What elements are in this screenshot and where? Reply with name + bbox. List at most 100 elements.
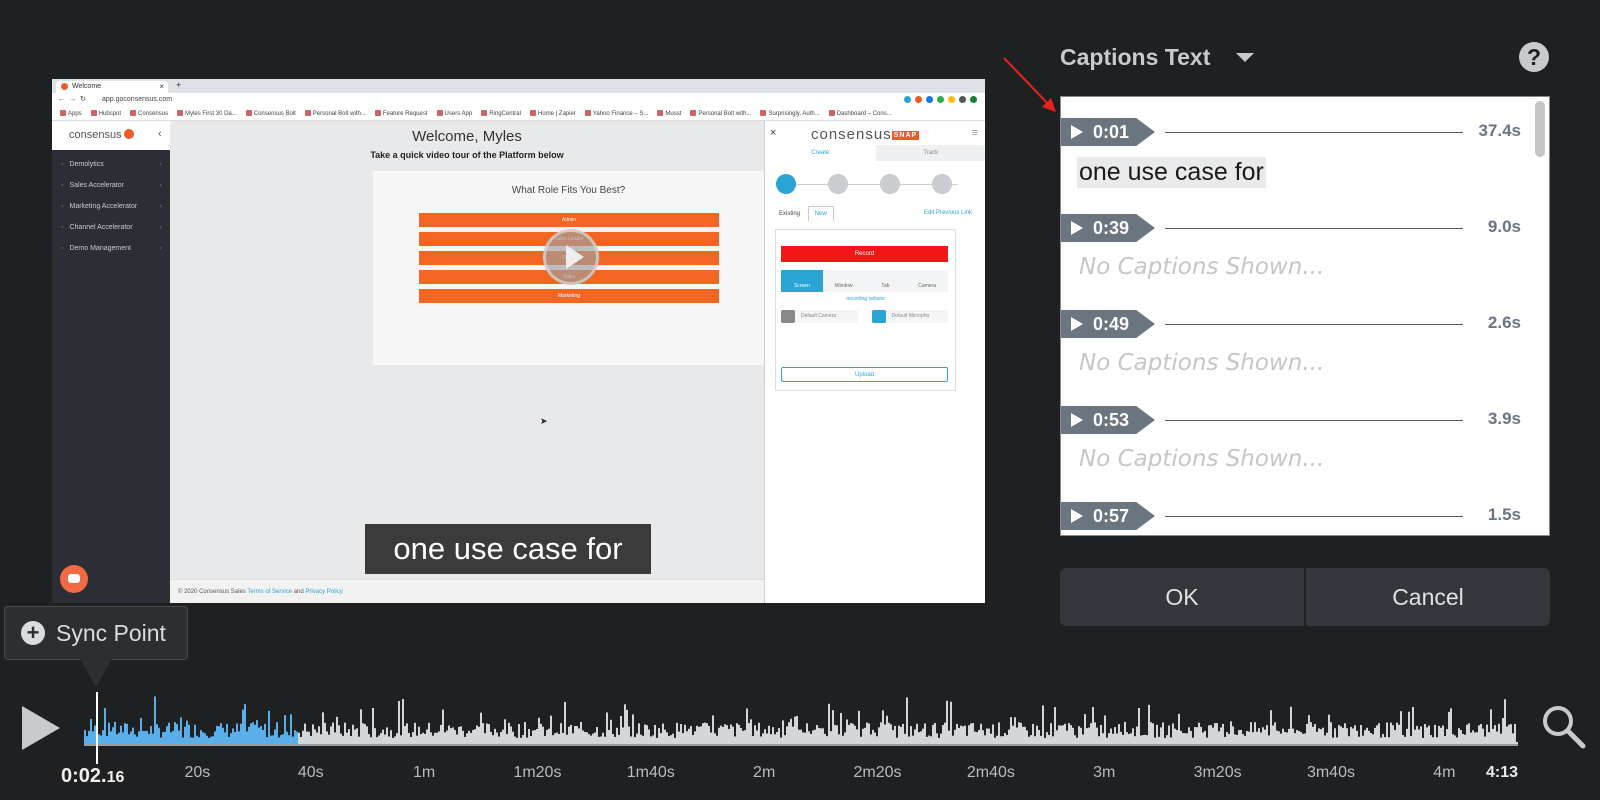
- waveform-bar: [1218, 731, 1220, 746]
- play-button[interactable]: [22, 706, 60, 750]
- mode-window: Window: [834, 283, 853, 289]
- caption-time-tag[interactable]: 0:53: [1061, 406, 1155, 434]
- waveform-bar: [1252, 732, 1254, 746]
- waveform-bar: [1258, 728, 1260, 746]
- waveform-bar: [1290, 706, 1292, 746]
- audio-waveform[interactable]: [84, 694, 1518, 758]
- caption-duration-line: [1165, 132, 1463, 133]
- waveform-bar: [490, 731, 492, 746]
- captions-mode-dropdown[interactable]: Captions Text: [1060, 44, 1210, 71]
- waveform-bar: [856, 729, 858, 746]
- waveform-bar: [218, 726, 220, 746]
- caption-time-tag[interactable]: 0:39: [1061, 214, 1155, 242]
- waveform-bar: [1014, 717, 1016, 746]
- caption-text-field[interactable]: one use case for: [1077, 157, 1266, 188]
- waveform-bar: [1364, 730, 1366, 746]
- waveform-bar: [678, 731, 680, 746]
- waveform-bar: [518, 724, 520, 746]
- chat-icon: [60, 565, 88, 593]
- caption-entry[interactable]: 0:49 2.6s No Captions Shown...: [1061, 289, 1549, 385]
- caption-text-field[interactable]: No Captions Shown...: [1077, 349, 1326, 377]
- waveform-bar: [1204, 730, 1206, 746]
- video-step-icon: [776, 174, 796, 194]
- chevron-down-icon[interactable]: [1236, 53, 1254, 62]
- waveform-bar: [698, 726, 700, 746]
- waveform-baseline: [84, 744, 1518, 746]
- waveform-bar: [866, 722, 868, 746]
- waveform-bar: [1474, 732, 1476, 746]
- waveform-bar: [1022, 726, 1024, 746]
- waveform-bar: [1424, 723, 1426, 746]
- caption-text-field[interactable]: No Captions Shown...: [1077, 445, 1326, 473]
- waveform-bar: [1306, 723, 1308, 746]
- sub-tab-existing: Existing: [779, 211, 801, 217]
- waveform-bar: [418, 726, 420, 746]
- sync-point-button[interactable]: + Sync Point: [4, 606, 188, 660]
- caption-time: 0:39: [1093, 218, 1130, 238]
- waveform-bar: [528, 728, 530, 746]
- bookmark-item: RingCentral: [481, 110, 521, 117]
- waveform-bar: [706, 723, 708, 746]
- microphone-select: Default Micropho: [871, 310, 948, 323]
- caption-time-tag[interactable]: 0:01: [1061, 118, 1155, 146]
- waveform-bar: [718, 727, 720, 746]
- cancel-button[interactable]: Cancel: [1306, 568, 1550, 626]
- waveform-bar: [820, 728, 822, 746]
- caption-entry[interactable]: 0:01 37.4s one use case for: [1061, 97, 1549, 193]
- waveform-bar: [738, 724, 740, 746]
- app-footer: © 2020 Consensus Sales Terms of Service …: [170, 579, 764, 603]
- waveform-bar: [978, 729, 980, 746]
- caption-entry[interactable]: 0:53 3.9s No Captions Shown...: [1061, 385, 1549, 481]
- waveform-bar: [1008, 729, 1010, 746]
- waveform-bar: [304, 723, 306, 746]
- waveform-bar: [758, 722, 760, 746]
- playhead[interactable]: [96, 692, 98, 764]
- waveform-bar: [110, 731, 112, 746]
- waveform-bar: [1020, 722, 1022, 746]
- role-panel: What Role Fits You Best? AdminSales Lead…: [373, 171, 764, 365]
- waveform-bar: [284, 715, 286, 746]
- waveform-bar: [726, 725, 728, 746]
- waveform-bar: [1282, 728, 1284, 746]
- waveform-bar: [1414, 729, 1416, 746]
- ok-button[interactable]: OK: [1060, 568, 1304, 626]
- waveform-bar: [1160, 727, 1162, 746]
- caption-time-tag[interactable]: 0:49: [1061, 310, 1155, 338]
- help-button[interactable]: ?: [1519, 42, 1549, 72]
- waveform-bar: [654, 724, 656, 746]
- snap-steps: [776, 174, 958, 196]
- waveform-bar: [486, 723, 488, 746]
- captions-scrollbar[interactable]: [1535, 101, 1545, 157]
- waveform-bar: [156, 724, 158, 746]
- time-tick-label: 1m20s: [513, 764, 562, 781]
- waveform-bar: [1092, 707, 1094, 746]
- waveform-bar: [1360, 725, 1362, 746]
- caption-text-field[interactable]: No Captions Shown...: [1077, 253, 1326, 281]
- bookmark-item: Personal Bolt with...: [305, 110, 366, 117]
- caption-entry[interactable]: 0:39 9.0s No Captions Shown...: [1061, 193, 1549, 289]
- caption-time-tag[interactable]: 0:57: [1061, 502, 1155, 530]
- caption-time: 0:53: [1093, 410, 1130, 430]
- waveform-bar: [910, 726, 912, 746]
- waveform-bar: [956, 723, 958, 746]
- video-preview[interactable]: Welcome × + ←→↻ app.goconsensus.com Apps…: [52, 79, 985, 603]
- waveform-bar: [458, 726, 460, 746]
- waveform-bar: [1094, 722, 1096, 746]
- time-tick-label: 3m40s: [1306, 764, 1355, 781]
- waveform-bar: [496, 732, 498, 746]
- waveform-bar: [200, 730, 202, 746]
- waveform-bar: [338, 725, 340, 746]
- waveform-bar: [1114, 727, 1116, 746]
- waveform-bar: [354, 729, 356, 746]
- waveform-bar: [256, 720, 258, 746]
- caption-entry[interactable]: 0:57 1.5s: [1061, 481, 1549, 535]
- waveform-bar: [816, 725, 818, 746]
- waveform-bar: [242, 709, 244, 746]
- waveform-bar: [202, 732, 204, 746]
- waveform-bar: [1276, 730, 1278, 746]
- zoom-icon[interactable]: [1540, 703, 1588, 751]
- waveform-bar: [1248, 731, 1250, 746]
- waveform-bar: [186, 720, 188, 746]
- captions-list[interactable]: 0:01 37.4s one use case for 0:39 9.0s No Capt…: [1060, 96, 1550, 536]
- waveform-bar: [922, 728, 924, 746]
